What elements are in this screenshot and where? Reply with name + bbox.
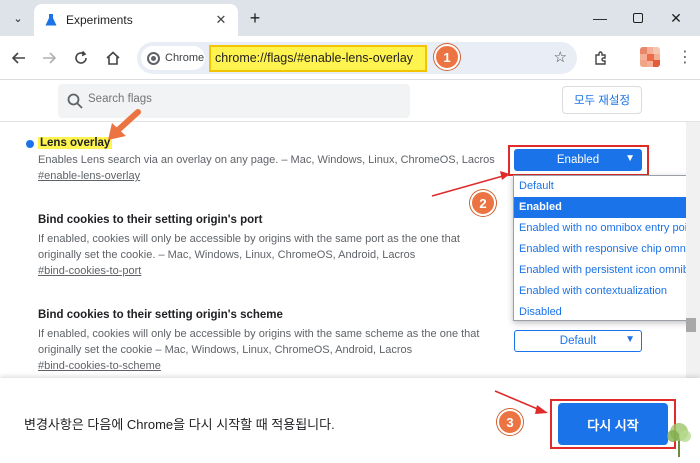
red-arrow-icon bbox=[431, 171, 510, 197]
annotation-arrows bbox=[108, 109, 548, 414]
watermark-logo bbox=[664, 420, 694, 458]
orange-arrow-icon bbox=[108, 109, 141, 140]
step-badge-2: 2 bbox=[470, 190, 496, 216]
step-badge-3: 3 bbox=[497, 409, 523, 435]
browser-window: ⌄ Experiments ✕ + — ✕ Chrome chrome://fl… bbox=[0, 0, 700, 463]
step-badge-1: 1 bbox=[434, 44, 460, 70]
